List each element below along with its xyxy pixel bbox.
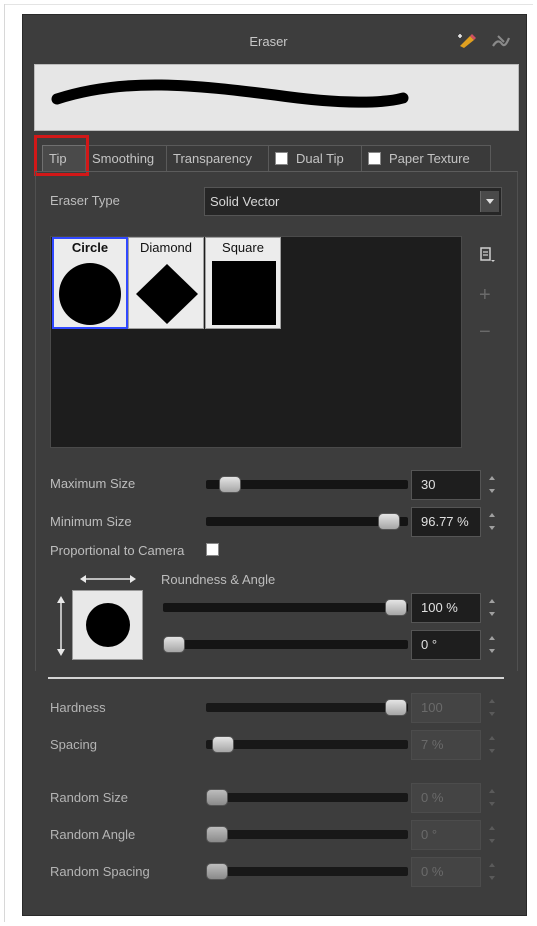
angle-field[interactable]: 0 °: [411, 630, 481, 660]
minimum-size-field[interactable]: 96.77 %: [411, 507, 481, 537]
maximum-size-field[interactable]: 30: [411, 470, 481, 500]
tip-square[interactable]: Square: [205, 237, 281, 329]
spacing-field[interactable]: 7 %: [411, 730, 481, 760]
roundness-handle[interactable]: [385, 599, 407, 616]
hardness-label: Hardness: [50, 700, 106, 715]
random-size-spinner[interactable]: [488, 783, 498, 813]
window-frame-top: [4, 4, 533, 5]
square-tip-icon: [212, 261, 276, 325]
minimum-size-label: Minimum Size: [50, 514, 132, 529]
window-frame-left: [4, 4, 5, 922]
hardness-field[interactable]: 100: [411, 693, 481, 723]
maximum-size-spinner[interactable]: [488, 470, 498, 500]
random-spacing-handle[interactable]: [206, 863, 228, 880]
angle-spinner[interactable]: [488, 630, 498, 660]
angle-handle[interactable]: [163, 636, 185, 653]
plus-icon[interactable]: +: [479, 285, 491, 305]
minimum-size-spinner[interactable]: [488, 507, 498, 537]
tab-paper-texture[interactable]: Paper Texture: [361, 145, 491, 172]
random-spacing-field[interactable]: 0 %: [411, 857, 481, 887]
tab-smoothing-label: Smoothing: [92, 151, 155, 166]
tip-circle[interactable]: Circle: [52, 237, 128, 329]
eraser-pencil-icon[interactable]: [456, 32, 478, 50]
hardness-slider[interactable]: [206, 703, 408, 712]
tip-circle-name: Circle: [71, 240, 109, 255]
tip-square-name: Square: [222, 240, 264, 255]
random-angle-slider[interactable]: [206, 830, 408, 839]
roundness-angle-preview: [72, 590, 143, 660]
roundness-field[interactable]: 100 %: [411, 593, 481, 623]
roundness-slider[interactable]: [163, 603, 408, 612]
tab-paper-texture-label: Paper Texture: [389, 151, 470, 166]
stroke-preview: [34, 64, 519, 131]
roundness-circle-icon: [86, 603, 130, 647]
hardness-handle[interactable]: [385, 699, 407, 716]
tip-menu-icon[interactable]: [479, 246, 497, 264]
chevron-down-icon[interactable]: [480, 191, 499, 212]
random-angle-handle[interactable]: [206, 826, 228, 843]
random-angle-field[interactable]: 0 °: [411, 820, 481, 850]
spacing-label: Spacing: [50, 737, 97, 752]
eraser-type-label: Eraser Type: [50, 193, 120, 208]
tab-tip[interactable]: Tip: [42, 145, 86, 172]
random-spacing-spinner[interactable]: [488, 857, 498, 887]
vertical-arrow-icon: [57, 596, 65, 656]
random-size-field[interactable]: 0 %: [411, 783, 481, 813]
roundness-spinner[interactable]: [488, 593, 498, 623]
paper-texture-checkbox[interactable]: [368, 152, 381, 165]
spacing-spinner[interactable]: [488, 730, 498, 760]
tab-transparency-label: Transparency: [173, 151, 252, 166]
tab-dual-tip[interactable]: Dual Tip: [268, 145, 362, 172]
section-divider: [48, 677, 504, 679]
hardness-spinner[interactable]: [488, 693, 498, 723]
proportional-to-camera-checkbox[interactable]: [206, 543, 219, 556]
angle-slider[interactable]: [163, 640, 408, 649]
tab-smoothing[interactable]: Smoothing: [85, 145, 167, 172]
random-size-handle[interactable]: [206, 789, 228, 806]
roundness-angle-label: Roundness & Angle: [161, 572, 276, 587]
spacing-slider[interactable]: [206, 740, 408, 749]
tab-dual-tip-label: Dual Tip: [296, 151, 344, 166]
diamond-tip-icon: [136, 264, 198, 324]
eraser-type-value: Solid Vector: [210, 194, 280, 209]
random-size-slider[interactable]: [206, 793, 408, 802]
minimum-size-handle[interactable]: [378, 513, 400, 530]
maximum-size-handle[interactable]: [219, 476, 241, 493]
random-spacing-label: Random Spacing: [50, 864, 150, 879]
horizontal-arrow-icon: [80, 575, 136, 583]
stroke-preview-stroke: [51, 79, 409, 108]
tab-transparency[interactable]: Transparency: [166, 145, 269, 172]
tip-diamond-name: Diamond: [139, 240, 193, 255]
proportional-to-camera-label: Proportional to Camera: [50, 543, 185, 558]
random-size-label: Random Size: [50, 790, 129, 805]
eraser-type-select[interactable]: Solid Vector: [204, 187, 502, 216]
random-spacing-slider[interactable]: [206, 867, 408, 876]
maximum-size-label: Maximum Size: [50, 476, 136, 491]
dual-tip-checkbox[interactable]: [275, 152, 288, 165]
tip-diamond[interactable]: Diamond: [128, 237, 204, 329]
random-angle-label: Random Angle: [50, 827, 136, 842]
brush-settings-icon[interactable]: [490, 32, 512, 50]
spacing-handle[interactable]: [212, 736, 234, 753]
minus-icon[interactable]: −: [479, 322, 491, 342]
tab-tip-label: Tip: [49, 151, 67, 166]
random-angle-spinner[interactable]: [488, 820, 498, 850]
circle-tip-icon: [59, 263, 121, 325]
